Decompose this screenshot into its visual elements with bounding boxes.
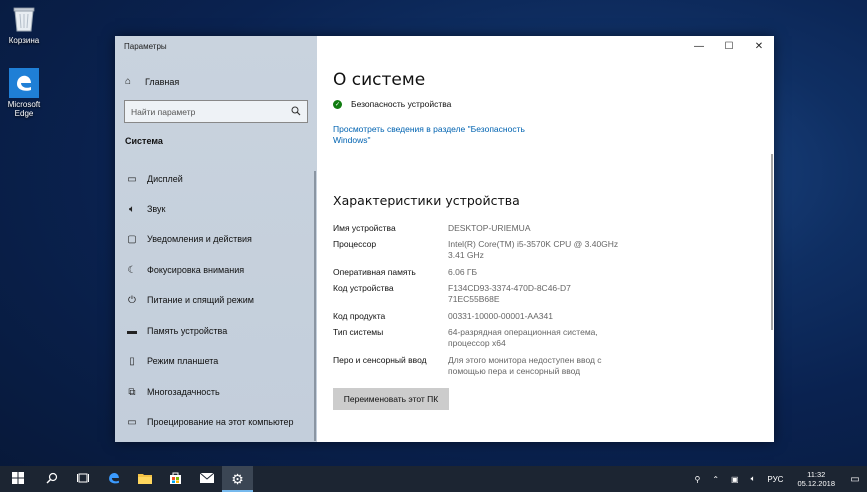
spec-label-system-type: Тип системы xyxy=(333,327,384,337)
settings-window: Параметры ⌂ Главная Найти параметр Систе… xyxy=(115,36,774,442)
security-status: ✓ Безопасность устройства xyxy=(333,99,451,109)
multitasking-icon: ⧉ xyxy=(128,386,136,398)
nav-home-label: Главная xyxy=(145,76,180,87)
spec-label-product-id: Код продукта xyxy=(333,311,386,321)
sidebar-item-label: Проецирование на этот компьютер xyxy=(147,417,294,427)
sidebar-item-label: Многозадачность xyxy=(147,387,220,397)
rename-pc-button[interactable]: Переименовать этот ПК xyxy=(333,388,449,410)
sidebar-item-storage[interactable]: ▬ Память устройства xyxy=(125,324,227,338)
spec-value-product-id: 00331-10000-00001-AA341 xyxy=(448,311,553,321)
close-button[interactable]: ✕ xyxy=(744,36,774,56)
section-title: Система xyxy=(125,136,163,146)
taskbar-settings-button[interactable]: ⚙ xyxy=(222,466,253,492)
security-status-label: Безопасность устройства xyxy=(351,99,452,109)
recycle-bin-icon xyxy=(9,4,39,34)
sidebar-item-tablet[interactable]: ▯ Режим планшета xyxy=(125,354,218,368)
task-view-icon xyxy=(76,472,89,487)
check-icon: ✓ xyxy=(333,99,342,109)
power-icon: ⏻ xyxy=(128,294,136,306)
maximize-button[interactable]: ☐ xyxy=(714,36,744,56)
projecting-icon: ▭ xyxy=(127,416,137,428)
sidebar-item-label: Память устройства xyxy=(147,326,228,336)
spec-value-pen-touch: Для этого монитора недоступен ввод с пом… xyxy=(448,355,602,376)
sidebar-item-notifications[interactable]: ▢ Уведомления и действия xyxy=(125,232,252,246)
taskbar-explorer-button[interactable] xyxy=(129,466,160,492)
notifications-icon: ▢ xyxy=(127,233,137,245)
sidebar-item-label: Режим планшета xyxy=(147,356,219,366)
edge-icon xyxy=(9,68,39,98)
focus-assist-icon: ☾ xyxy=(127,264,137,276)
minimize-button[interactable]: — xyxy=(684,36,714,56)
desktop-icon-edge[interactable]: Microsoft Edge xyxy=(0,68,48,118)
display-icon: ▭ xyxy=(127,173,137,185)
sound-icon: 🔈︎ xyxy=(129,203,135,215)
language-indicator[interactable]: РУС xyxy=(767,475,783,484)
sidebar-item-label: Фокусировка внимания xyxy=(147,265,245,275)
spec-label-device-name: Имя устройства xyxy=(333,223,396,233)
sidebar-item-label: Питание и спящий режим xyxy=(147,295,254,305)
sidebar-item-sound[interactable]: 🔈︎ Звук xyxy=(125,202,165,216)
windows-logo-icon xyxy=(12,471,24,487)
sidebar-item-multitasking[interactable]: ⧉ Многозадачность xyxy=(125,385,220,399)
chevron-up-icon[interactable]: ⌃ xyxy=(712,475,719,484)
search-icon xyxy=(46,472,58,487)
sidebar-item-label: Уведомления и действия xyxy=(147,234,252,244)
desktop-icon-label: Корзина xyxy=(8,36,40,45)
clock-time: 11:32 xyxy=(807,470,826,479)
page-title: О системе xyxy=(333,70,426,90)
app-title: Параметры xyxy=(124,42,167,51)
window-controls: — ☐ ✕ xyxy=(684,36,774,56)
desktop-icon-recycle-bin[interactable]: Корзина xyxy=(0,4,48,45)
gear-icon: ⚙ xyxy=(231,470,244,487)
taskbar-mail-button[interactable] xyxy=(191,466,222,492)
sidebar-item-power[interactable]: ⏻ Питание и спящий режим xyxy=(125,293,254,307)
volume-icon[interactable]: 🔈︎ xyxy=(751,474,756,484)
network-icon[interactable]: ▣ xyxy=(731,475,739,484)
search-input[interactable]: Найти параметр xyxy=(124,100,308,123)
taskbar-store-button[interactable] xyxy=(160,466,191,492)
content-pane: — ☐ ✕ О системе ✓ Безопасность устройств… xyxy=(317,36,774,442)
task-view-button[interactable] xyxy=(67,466,98,492)
taskbar-search-button[interactable] xyxy=(36,466,67,492)
spec-value-ram: 6.06 ГБ xyxy=(448,267,478,277)
edge-icon xyxy=(107,471,121,488)
security-link[interactable]: Просмотреть сведения в разделе "Безопасн… xyxy=(333,124,553,146)
search-placeholder: Найти параметр xyxy=(131,106,196,117)
sidebar-item-projecting[interactable]: ▭ Проецирование на этот компьютер xyxy=(125,415,294,429)
desktop-icon-label: Microsoft Edge xyxy=(7,100,41,118)
sidebar-item-display[interactable]: ▭ Дисплей xyxy=(125,172,183,186)
storage-icon: ▬ xyxy=(127,325,137,337)
specs-heading: Характеристики устройства xyxy=(333,193,520,208)
clock[interactable]: 11:32 05.12.2018 xyxy=(797,470,835,488)
spec-label-processor: Процессор xyxy=(333,239,377,249)
sidebar-item-focus-assist[interactable]: ☾ Фокусировка внимания xyxy=(125,263,245,277)
action-center-icon[interactable]: ▭ xyxy=(843,466,867,492)
home-icon: ⌂ xyxy=(125,76,132,87)
clock-date: 05.12.2018 xyxy=(797,479,835,488)
sidebar-item-label: Звук xyxy=(147,204,166,214)
spec-label-ram: Оперативная память xyxy=(333,267,416,277)
sidebar: Параметры ⌂ Главная Найти параметр Систе… xyxy=(115,36,317,442)
people-icon[interactable]: ⚲ xyxy=(694,475,700,484)
taskbar: ⚙ ⚲ ⌃ ▣ 🔈︎ РУС 11:32 05.12.2018 ▭ xyxy=(0,466,867,492)
sidebar-item-label: Дисплей xyxy=(147,174,183,184)
store-icon xyxy=(169,471,182,487)
taskbar-edge-button[interactable] xyxy=(98,466,129,492)
mail-icon xyxy=(199,472,214,486)
spec-value-device-id: F134CD93-3374-470D-8C46-D771EC55B68E xyxy=(448,283,571,304)
folder-icon xyxy=(137,472,152,487)
search-icon xyxy=(291,106,301,118)
sidebar-scrollbar[interactable] xyxy=(314,171,316,441)
content-scrollbar[interactable] xyxy=(771,154,773,330)
spec-value-device-name: DESKTOP-URIEMUA xyxy=(448,223,531,233)
spec-label-device-id: Код устройства xyxy=(333,283,394,293)
tablet-icon: ▯ xyxy=(129,355,135,367)
system-tray: ⚲ ⌃ ▣ 🔈︎ РУС 11:32 05.12.2018 ▭ xyxy=(688,466,867,492)
spec-value-system-type: 64-разрядная операционная система, проце… xyxy=(448,327,598,348)
nav-home[interactable]: ⌂ Главная xyxy=(125,76,179,87)
spec-label-pen-touch: Перо и сенсорный ввод xyxy=(333,355,427,365)
spec-value-processor: Intel(R) Core(TM) i5-3570K CPU @ 3.40GHz… xyxy=(448,239,619,260)
start-button[interactable] xyxy=(0,466,36,492)
